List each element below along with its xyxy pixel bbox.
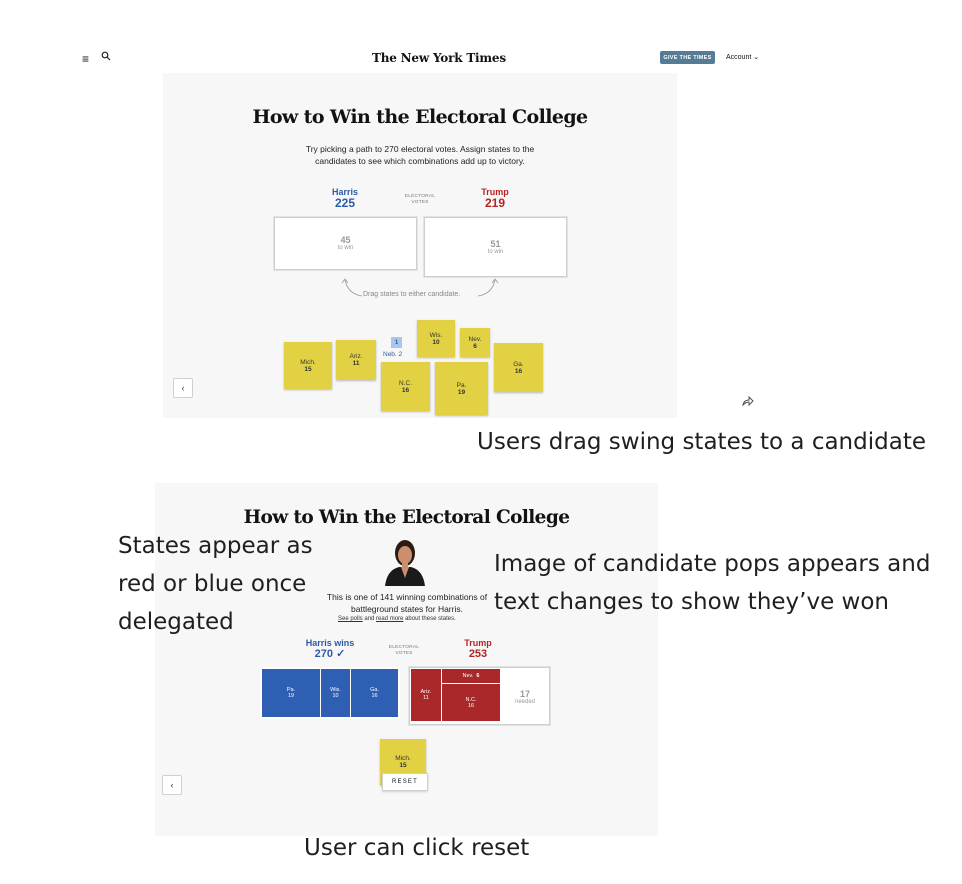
back-button[interactable]: ‹: [162, 775, 182, 795]
state-tile-nebraska-2[interactable]: 1: [391, 337, 402, 348]
trump-label: Trump 219: [465, 187, 525, 209]
trump-vote-count: 253: [468, 648, 488, 660]
trump-needed: 17 needed: [514, 689, 536, 705]
state-tile-nevada[interactable]: Nev. 6: [460, 328, 490, 357]
annotation-drag: Users drag swing states to a candidate: [477, 429, 926, 455]
state-tile-michigan[interactable]: Mich. 15: [284, 342, 332, 389]
see-polls-link[interactable]: See polls: [338, 616, 363, 622]
trump-vote-count: 219: [484, 196, 506, 210]
state-tile-north-carolina[interactable]: N.C. 16: [381, 362, 430, 411]
search-icon[interactable]: [101, 51, 111, 61]
harris-portrait-image: [381, 534, 429, 586]
trump-drop-zone[interactable]: 51 to win: [424, 217, 567, 277]
back-button[interactable]: ‹: [173, 378, 193, 398]
state-tile-nevada[interactable]: Nev. 6: [442, 669, 500, 683]
annotation-reset: User can click reset: [304, 835, 530, 861]
drag-hint: Drag states to either candidate.: [363, 291, 461, 298]
harris-vote-count: 225: [334, 196, 356, 210]
state-tile-pennsylvania[interactable]: Pa. 19: [435, 362, 488, 415]
harris-wins-label: Harris wins 270 ✓: [300, 638, 360, 660]
state-tile-georgia[interactable]: Ga. 16: [351, 669, 398, 717]
intro-text: Try picking a path to 270 electoral vote…: [305, 144, 535, 166]
annotation-states: States appear as red or blue once delega…: [118, 533, 313, 635]
electoral-votes-label: ELECTORAL VOTES: [404, 194, 436, 205]
harris-vote-count: 270 ✓: [314, 648, 346, 660]
harris-drop-zone[interactable]: 45 to win: [274, 217, 417, 270]
state-tile-arizona[interactable]: Ariz. 11: [336, 340, 376, 380]
electoral-votes-label: ELECTORAL VOTES: [388, 645, 420, 656]
reset-button[interactable]: RESET: [382, 773, 428, 791]
state-tile-pennsylvania[interactable]: Pa. 19: [262, 669, 320, 717]
page-title: How to Win the Electoral College: [252, 106, 588, 128]
account-menu[interactable]: Account ⌄: [726, 53, 759, 61]
state-tile-north-carolina[interactable]: N.C. 16: [442, 684, 500, 721]
trump-to-win: 51 to win: [487, 239, 504, 255]
annotation-image: Image of candidate pops appears and text…: [494, 551, 931, 615]
read-more-link[interactable]: read more: [376, 616, 403, 622]
result-links: See polls and read more about these stat…: [338, 616, 456, 622]
nebraska-2-label: Neb. 2: [383, 351, 403, 358]
trump-label: Trump 253: [448, 638, 508, 660]
result-title: How to Win the Electoral College: [243, 507, 570, 528]
harris-to-win: 45 to win: [337, 235, 354, 251]
nyt-masthead-logo[interactable]: The New York Times: [372, 51, 506, 65]
harris-label: Harris 225: [315, 187, 375, 209]
give-the-times-button[interactable]: GIVE THE TIMES: [660, 51, 715, 64]
state-tile-georgia[interactable]: Ga. 16: [494, 343, 543, 392]
menu-icon[interactable]: ≡: [82, 52, 89, 66]
state-tile-wisconsin[interactable]: Wis. 10: [321, 669, 350, 717]
state-tile-wisconsin[interactable]: Wis. 10: [417, 320, 455, 357]
share-icon[interactable]: [741, 394, 755, 408]
result-text: This is one of 141 winning combinations …: [326, 592, 488, 614]
state-tile-arizona[interactable]: Ariz. 11: [411, 669, 441, 721]
